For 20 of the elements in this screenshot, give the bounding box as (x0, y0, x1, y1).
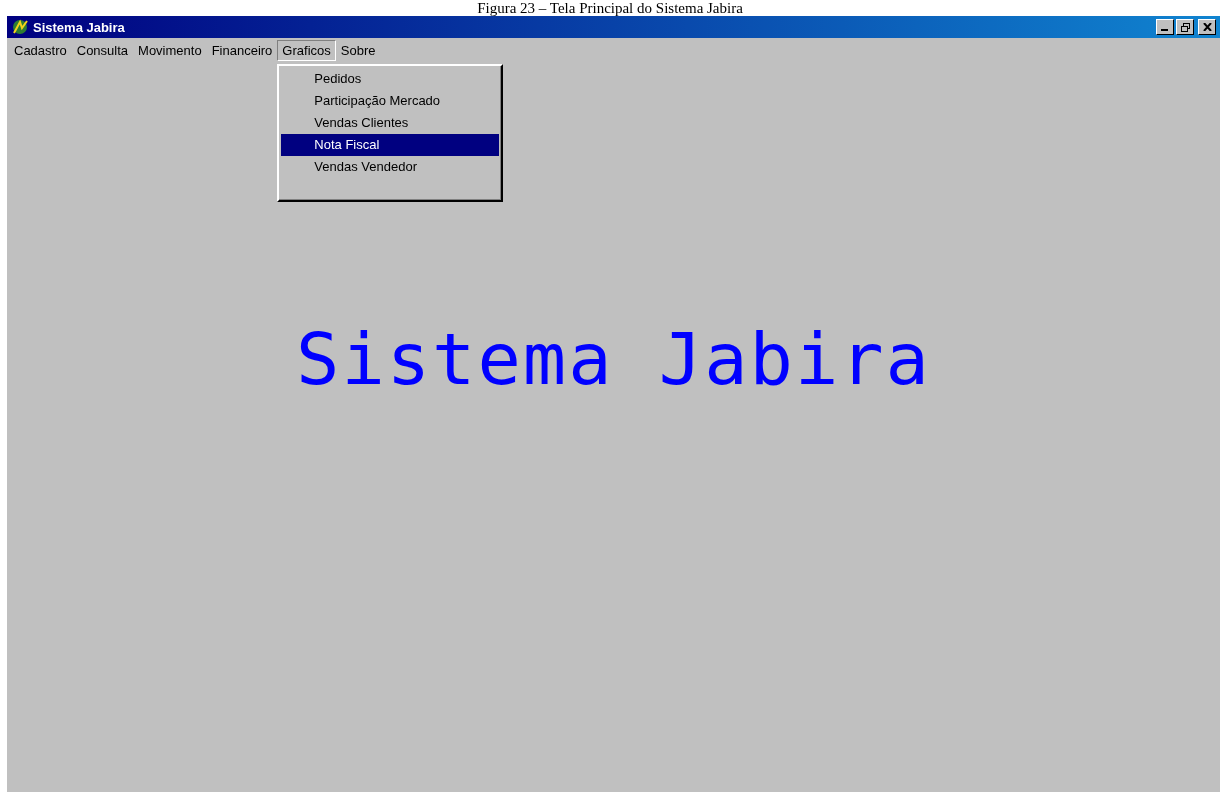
menu-item[interactable]: Graficos (277, 39, 336, 61)
close-button[interactable] (1198, 19, 1216, 35)
minimize-button[interactable] (1156, 19, 1174, 35)
menu-item[interactable]: Cadastro (9, 39, 72, 61)
figure-caption: Figura 23 – Tela Principal do Sistema Jabira (477, 0, 743, 16)
menu-entry[interactable]: Vendas Clientes (281, 111, 500, 134)
close-icon (1202, 23, 1212, 31)
menu-entry[interactable]: Pedidos (281, 67, 500, 90)
menu-entry[interactable]: Nota Fiscal (281, 133, 500, 156)
app-icon (11, 19, 29, 35)
menu-entry[interactable]: Participação Mercado (281, 89, 500, 112)
restore-button[interactable] (1176, 19, 1194, 35)
window-title: Sistema Jabira (33, 19, 125, 35)
menu-item[interactable]: Movimento (133, 39, 207, 61)
menu-item[interactable]: Sobre (335, 39, 381, 61)
restore-icon (1180, 22, 1190, 32)
menu-item[interactable]: Financeiro (206, 39, 278, 61)
menu-item[interactable]: Consulta (71, 39, 134, 61)
banner-title: Sistema Jabira (296, 317, 931, 403)
menu-entry[interactable]: Vendas Vendedor (281, 155, 500, 178)
